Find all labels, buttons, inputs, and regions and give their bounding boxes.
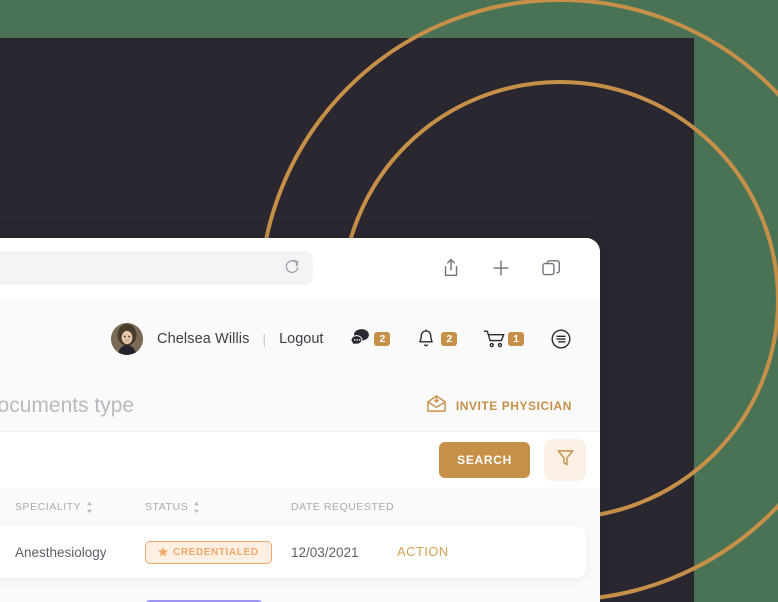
cell-action: ACTION	[397, 543, 477, 561]
browser-actions	[440, 257, 582, 279]
url-bar[interactable]	[0, 251, 313, 285]
tab-documents-type[interactable]: Documents type	[0, 394, 134, 418]
action-link[interactable]: ACTION	[397, 544, 449, 559]
search-button[interactable]: SEARCH	[439, 442, 530, 478]
menu-circle-icon	[550, 328, 572, 350]
status-badge: CREDENTIALED	[145, 540, 272, 564]
logout-link[interactable]: Logout	[279, 331, 323, 347]
column-email[interactable]: N E-MAIL	[0, 501, 15, 513]
column-date-label: DATE REQUESTED	[291, 501, 395, 513]
bell-icon	[416, 328, 438, 350]
messages-count: 2	[374, 331, 391, 347]
notifications-indicator[interactable]: 2	[416, 328, 458, 350]
header-separator: |	[262, 331, 267, 347]
cell-speciality: Anesthesiology	[15, 544, 107, 560]
chat-icon	[349, 328, 371, 350]
table-row[interactable]: ajunas@gmail.com Anesthesiology INVITED …	[0, 588, 600, 602]
app-header: Chelsea Willis | Logout 2 2 1	[0, 298, 600, 380]
physicians-table: N E-MAIL SPECIALITY STATUS	[0, 488, 600, 602]
tabs-icon[interactable]	[540, 257, 562, 279]
search-input[interactable]	[0, 452, 440, 468]
search-row: SEARCH	[0, 432, 600, 488]
column-status-label: STATUS	[145, 501, 189, 513]
browser-toolbar	[0, 238, 600, 298]
messages-indicator[interactable]: 2	[349, 328, 391, 350]
invite-physician-button[interactable]: INVITE PHYSICIAN	[426, 394, 572, 418]
share-icon[interactable]	[440, 257, 462, 279]
filter-button[interactable]	[544, 439, 586, 481]
user-name: Chelsea Willis	[157, 331, 250, 347]
table-header-row: N E-MAIL SPECIALITY STATUS	[0, 488, 600, 526]
table-row[interactable]: a@gmail.com Anesthesiology CREDENTIALED …	[0, 526, 586, 578]
sort-icon	[194, 501, 200, 513]
cart-indicator[interactable]: 1	[483, 328, 524, 350]
column-speciality-label: SPECIALITY	[15, 501, 82, 513]
cell-date: 12/03/2021	[291, 544, 359, 560]
cell-email: a@gmail.com	[0, 545, 15, 560]
sort-icon	[87, 501, 93, 513]
status-badge-label: CREDENTIALED	[173, 546, 259, 558]
plus-icon[interactable]	[490, 257, 512, 279]
column-speciality[interactable]: SPECIALITY	[15, 501, 145, 513]
invite-physician-label: INVITE PHYSICIAN	[455, 398, 572, 413]
column-status[interactable]: STATUS	[145, 501, 291, 513]
cart-icon	[483, 328, 505, 350]
user-block: Chelsea Willis | Logout	[111, 323, 323, 355]
cell-status: CREDENTIALED	[145, 540, 291, 564]
notifications-count: 2	[441, 331, 458, 347]
header-indicators: 2 2 1	[349, 328, 572, 350]
menu-button[interactable]	[550, 328, 572, 350]
star-icon	[158, 547, 168, 557]
screenshot-stage: Chelsea Willis | Logout 2 2 1 ocuments t…	[0, 0, 778, 602]
browser-window: Chelsea Willis | Logout 2 2 1 ocuments t…	[0, 238, 600, 602]
tabs-row: cation forms Documents type INVITE PHYSI…	[0, 380, 600, 432]
cart-count: 1	[508, 331, 524, 347]
envelope-down-icon	[426, 394, 447, 418]
reload-icon[interactable]	[283, 257, 301, 280]
column-date: DATE REQUESTED	[291, 501, 397, 513]
avatar[interactable]	[111, 323, 144, 355]
funnel-icon	[556, 448, 575, 473]
